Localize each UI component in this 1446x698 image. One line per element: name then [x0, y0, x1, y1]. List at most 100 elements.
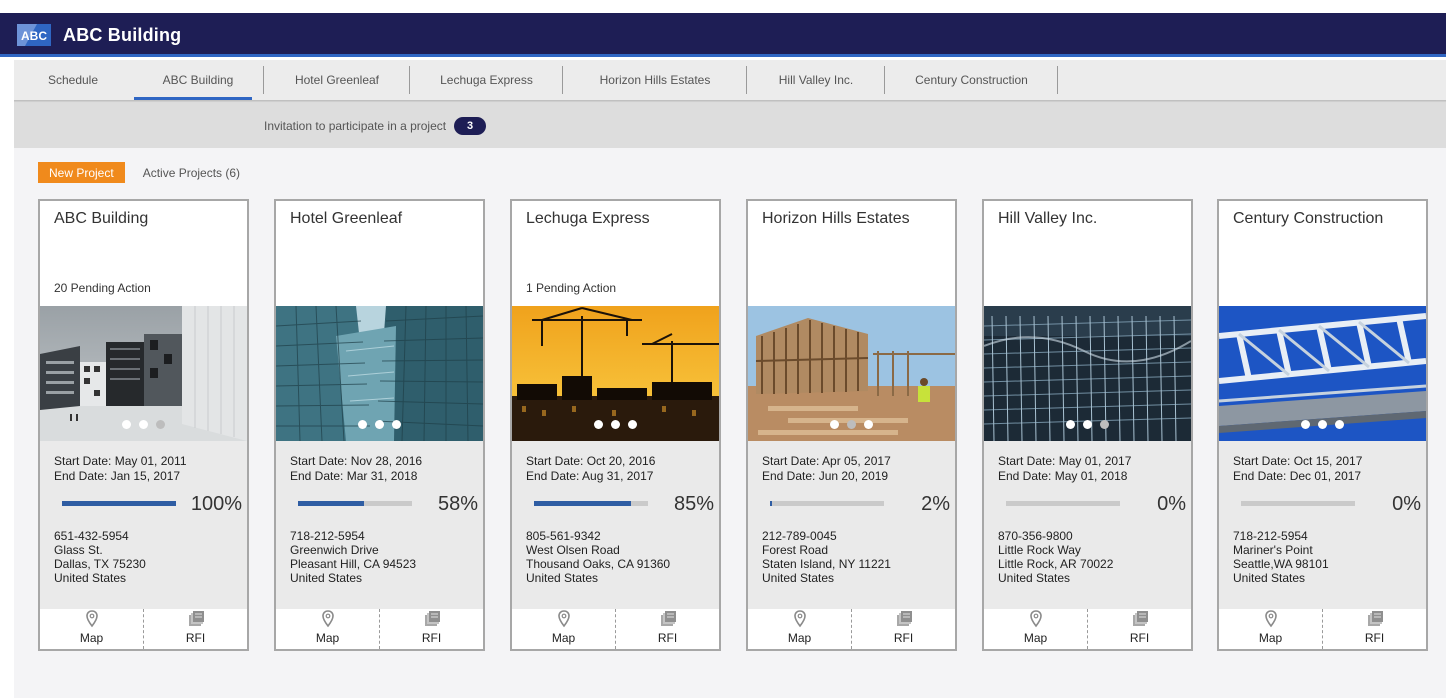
rfi-label: RFI	[1129, 631, 1150, 645]
project-address: 718-212-5954 Greenwich Drive Pleasant Hi…	[290, 529, 416, 585]
end-date: End Date: Jun 20, 2019	[762, 469, 889, 483]
carousel-dot[interactable]	[864, 420, 873, 429]
project-details: Start Date: May 01, 2017 End Date: May 0…	[984, 441, 1191, 609]
documents-icon	[895, 609, 913, 629]
carousel-dot[interactable]	[1066, 420, 1075, 429]
carousel-dot[interactable]	[156, 420, 165, 429]
project-photo[interactable]	[748, 306, 955, 441]
progress-percent: 58%	[437, 493, 478, 515]
project-card[interactable]: ABC Building 20 Pending Action Start Dat…	[38, 199, 249, 651]
tab-hotel-greenleaf[interactable]: Hotel Greenleaf	[264, 60, 410, 100]
project-photo[interactable]	[40, 306, 247, 441]
map-button[interactable]: Map	[984, 609, 1087, 649]
new-project-button[interactable]: New Project	[38, 162, 125, 183]
tab-century-construction[interactable]: Century Construction	[885, 60, 1058, 100]
project-photo[interactable]	[276, 306, 483, 441]
project-title[interactable]: Century Construction	[1233, 210, 1383, 228]
carousel-dot[interactable]	[1318, 420, 1327, 429]
map-button[interactable]: Map	[276, 609, 379, 649]
invitation-count-badge[interactable]: 3	[454, 116, 487, 135]
project-photo[interactable]	[1219, 306, 1426, 441]
map-button[interactable]: Map	[748, 609, 851, 649]
project-tabs: Schedule ABC Building Hotel Greenleaf Le…	[14, 60, 1446, 103]
start-date: Start Date: Nov 28, 2016	[290, 454, 423, 468]
progress-fill	[534, 501, 631, 506]
carousel-dot[interactable]	[1301, 420, 1310, 429]
project-card[interactable]: Hill Valley Inc. Start Date: May 01, 201…	[982, 199, 1193, 651]
project-details: Start Date: May 01, 2011 End Date: Jan 1…	[40, 441, 247, 609]
project-card[interactable]: Horizon Hills Estates Start Date: Apr 05…	[746, 199, 957, 651]
project-card[interactable]: Hotel Greenleaf Start Date: Nov 28, 2016…	[274, 199, 485, 651]
project-photo[interactable]	[984, 306, 1191, 441]
rfi-button[interactable]: RFI	[851, 609, 955, 649]
carousel-dot[interactable]	[628, 420, 637, 429]
carousel-dot[interactable]	[358, 420, 367, 429]
project-title[interactable]: ABC Building	[54, 210, 148, 228]
map-label: Map	[787, 631, 812, 645]
street: Mariner's Point	[1233, 543, 1313, 557]
carousel-dot[interactable]	[392, 420, 401, 429]
tab-schedule[interactable]: Schedule	[14, 60, 132, 100]
tab-label: Hill Valley Inc.	[778, 73, 854, 87]
card-actions: Map RFI	[1219, 609, 1426, 649]
project-address: 870-356-9800 Little Rock Way Little Rock…	[998, 529, 1113, 585]
carousel-dot[interactable]	[1100, 420, 1109, 429]
project-address: 805-561-9342 West Olsen Road Thousand Oa…	[526, 529, 670, 585]
progress-percent: 0%	[1157, 493, 1186, 515]
map-pin-icon	[1264, 609, 1277, 629]
phone-number: 805-561-9342	[526, 529, 601, 543]
tab-abc-building[interactable]: ABC Building	[132, 60, 264, 100]
carousel-dot[interactable]	[594, 420, 603, 429]
carousel-dot[interactable]	[830, 420, 839, 429]
end-date: End Date: May 01, 2018	[998, 469, 1128, 483]
project-details: Start Date: Nov 28, 2016 End Date: Mar 3…	[276, 441, 483, 609]
carousel-dot[interactable]	[1335, 420, 1344, 429]
project-photo[interactable]	[512, 306, 719, 441]
project-title[interactable]: Lechuga Express	[526, 210, 650, 228]
company-logo[interactable]: ABC	[17, 24, 51, 46]
project-dates: Start Date: May 01, 2011 End Date: Jan 1…	[54, 454, 187, 484]
progress-fill	[298, 501, 365, 506]
progress: 100%	[62, 493, 242, 515]
map-button[interactable]: Map	[40, 609, 143, 649]
project-title[interactable]: Hotel Greenleaf	[290, 210, 402, 228]
map-label: Map	[315, 631, 340, 645]
pending-actions[interactable]: 1 Pending Action	[526, 281, 616, 295]
progress-percent: 2%	[921, 493, 950, 515]
rfi-button[interactable]: RFI	[615, 609, 719, 649]
active-projects-tab[interactable]: Active Projects (6)	[143, 166, 240, 180]
svg-text:ABC: ABC	[21, 29, 47, 43]
rfi-label: RFI	[185, 631, 206, 645]
progress-percent: 85%	[673, 493, 714, 515]
project-title[interactable]: Horizon Hills Estates	[762, 210, 910, 228]
map-button[interactable]: Map	[512, 609, 615, 649]
start-date: Start Date: May 01, 2017	[998, 454, 1132, 468]
pending-actions[interactable]: 20 Pending Action	[54, 281, 151, 295]
map-button[interactable]: Map	[1219, 609, 1322, 649]
start-date: Start Date: Oct 15, 2017	[1233, 454, 1363, 468]
carousel-dot[interactable]	[375, 420, 384, 429]
project-address: 212-789-0045 Forest Road Staten Island, …	[762, 529, 891, 585]
project-card[interactable]: Century Construction Start Date: Oct 15,…	[1217, 199, 1428, 651]
documents-icon	[187, 609, 205, 629]
tab-hill-valley[interactable]: Hill Valley Inc.	[747, 60, 885, 100]
tab-lechuga-express[interactable]: Lechuga Express	[410, 60, 563, 100]
tab-label: Lechuga Express	[440, 73, 533, 87]
tab-horizon-hills-estates[interactable]: Horizon Hills Estates	[563, 60, 747, 100]
carousel-dot[interactable]	[1083, 420, 1092, 429]
rfi-button[interactable]: RFI	[379, 609, 483, 649]
progress-percent: 100%	[190, 493, 242, 515]
rfi-button[interactable]: RFI	[1322, 609, 1426, 649]
carousel-dot[interactable]	[611, 420, 620, 429]
rfi-button[interactable]: RFI	[1087, 609, 1191, 649]
carousel-dot[interactable]	[139, 420, 148, 429]
start-date: Start Date: Oct 20, 2016	[526, 454, 656, 468]
invitation-link[interactable]: Invitation to participate in a project	[264, 119, 446, 133]
project-title[interactable]: Hill Valley Inc.	[998, 210, 1097, 228]
phone-number: 212-789-0045	[762, 529, 837, 543]
carousel-dot[interactable]	[847, 420, 856, 429]
project-card[interactable]: Lechuga Express 1 Pending Action Start D…	[510, 199, 721, 651]
carousel-dot[interactable]	[122, 420, 131, 429]
rfi-button[interactable]: RFI	[143, 609, 247, 649]
project-details: Start Date: Oct 20, 2016 End Date: Aug 3…	[512, 441, 719, 609]
